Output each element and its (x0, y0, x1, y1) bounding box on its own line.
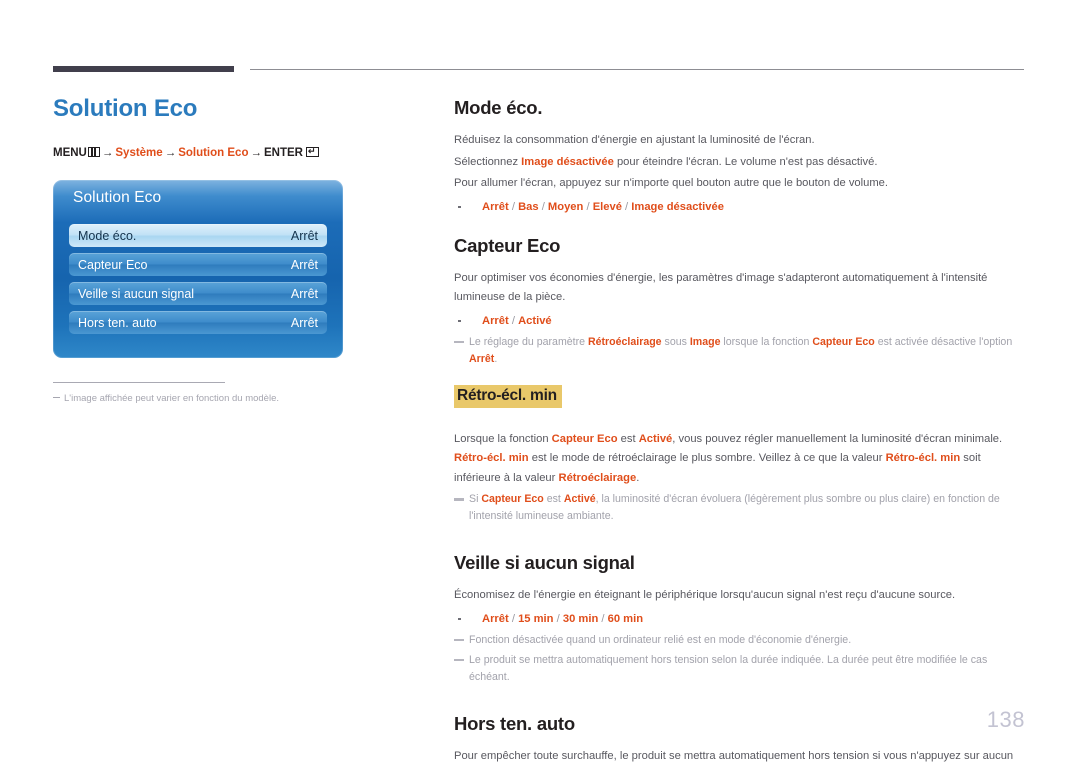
manual-page: Solution Eco MENU → Système → Solution Eco → E… (0, 0, 1080, 763)
section-paragraph: Pour empêcher toute surchauffe, le produ… (454, 749, 1014, 762)
section-heading: Mode éco. (454, 97, 543, 118)
breadcrumb-arrow-1: → (101, 147, 114, 159)
section-paragraph: Sélectionnez Image désactivée pour étein… (454, 155, 878, 168)
osd-menu-title: Solution Eco (73, 189, 162, 206)
section-veille-si-aucun-signal: Veille si aucun signal Économisez de l'é… (454, 551, 1026, 686)
osd-row-label: Veille si aucun signal (78, 286, 195, 301)
header-rule-thin (250, 69, 1024, 70)
option-list-capteur-eco: Arrêt / Activé (454, 312, 1026, 331)
osd-row-value: Arrêt (290, 228, 318, 243)
osd-menu-mockup: Solution Eco Mode éco. Arrêt Capteur Eco… (53, 180, 343, 358)
breadcrumb-step-systeme: Système (115, 147, 163, 159)
section-retro-ecl-min: Rétro-écl. min Lorsque la fonction Capte… (454, 384, 1026, 526)
header-rule-thick (53, 66, 234, 72)
breadcrumb-menu-label: MENU (53, 147, 87, 159)
section-note: Le réglage du paramètre Rétroéclairage s… (454, 334, 1026, 368)
osd-row-mode-eco[interactable]: Mode éco. Arrêt (69, 224, 327, 247)
footnote-divider (53, 382, 225, 383)
section-capteur-eco: Capteur Eco Pour optimiser vos économies… (454, 234, 1026, 368)
menu-grid-icon (87, 147, 100, 157)
option-list-mode-eco: Arrêt / Bas / Moyen / Elevé / Image désa… (454, 198, 1026, 217)
section-hors-ten-auto: Hors ten. auto Pour empêcher toute surch… (454, 712, 1026, 763)
osd-row-label: Hors ten. auto (78, 315, 157, 330)
section-heading: Hors ten. auto (454, 712, 575, 734)
footnote-text: L'image affichée peut varier en fonction… (64, 393, 279, 404)
section-paragraph: Lorsque la fonction Capteur Eco est Acti… (454, 432, 1003, 484)
osd-row-hors-ten-auto[interactable]: Hors ten. auto Arrêt (69, 311, 327, 334)
section-heading-highlighted: Rétro-écl. min (454, 384, 562, 408)
osd-row-value: Arrêt (290, 286, 318, 301)
left-column: Solution Eco MENU → Système → Solution Eco → E… (53, 94, 413, 160)
osd-row-label: Mode éco. (78, 228, 137, 243)
section-paragraph: Économisez de l'énergie en éteignant le … (454, 589, 956, 601)
breadcrumb: MENU → Système → Solution Eco → ENTER ↵ (53, 146, 413, 160)
osd-menu-rows: Mode éco. Arrêt Capteur Eco Arrêt Veille… (53, 220, 343, 334)
page-number: 138 (986, 707, 1025, 732)
section-paragraph: Pour allumer l'écran, appuyez sur n'impo… (454, 177, 889, 189)
option-list-veille: Arrêt / 15 min / 30 min / 60 min (454, 610, 1026, 629)
section-heading: Capteur Eco (454, 234, 561, 256)
section-heading: Veille si aucun signal (454, 552, 635, 573)
inline-term: Image désactivée (521, 155, 614, 168)
page-title: Solution Eco (53, 95, 198, 122)
osd-row-value: Arrêt (290, 257, 318, 272)
breadcrumb-arrow-2: → (164, 147, 177, 159)
footnote-text-wrap: L'image affichée peut varier en fonction… (53, 392, 353, 405)
section-paragraph: Réduisez la consommation d'énergie en aj… (454, 134, 815, 146)
osd-row-value: Arrêt (290, 315, 318, 330)
section-note: Fonction désactivée quand un ordinateur … (454, 632, 1026, 649)
dash-marker-icon (53, 397, 60, 398)
section-note: Le produit se mettra automatiquement hor… (454, 652, 1026, 686)
section-paragraph: Pour optimiser vos économies d'énergie, … (454, 271, 988, 304)
right-column: Mode éco. Réduisez la consommation d'éne… (454, 96, 1026, 763)
osd-row-label: Capteur Eco (78, 257, 148, 272)
breadcrumb-arrow-3: → (250, 147, 262, 159)
enter-return-icon: ↵ (305, 147, 319, 157)
breadcrumb-enter-label: ENTER (263, 147, 303, 159)
section-note: Si Capteur Eco est Activé, la luminosité… (454, 491, 1026, 525)
section-mode-eco: Mode éco. Réduisez la consommation d'éne… (454, 96, 1026, 217)
left-footnote: L'image affichée peut varier en fonction… (53, 382, 353, 405)
osd-row-capteur-eco[interactable]: Capteur Eco Arrêt (69, 253, 327, 276)
osd-row-veille-si-aucun-signal[interactable]: Veille si aucun signal Arrêt (69, 282, 327, 305)
breadcrumb-step-solution-eco: Solution Eco (178, 147, 249, 159)
